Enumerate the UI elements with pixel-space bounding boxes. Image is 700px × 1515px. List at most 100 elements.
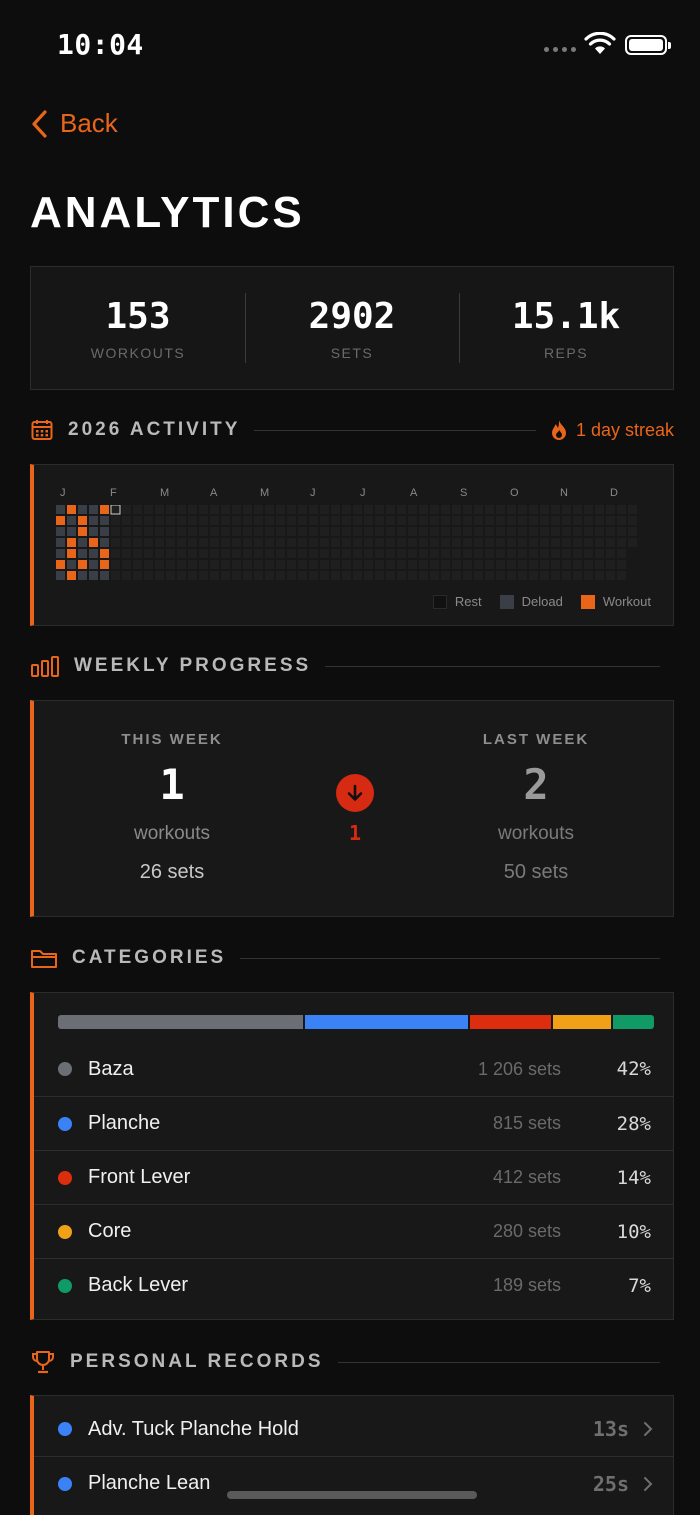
legend-rest-swatch	[432, 594, 447, 609]
month-label: S	[460, 487, 468, 499]
heatmap-day-cell	[67, 560, 76, 569]
heatmap-day-cell	[452, 538, 461, 547]
heatmap-day-cell	[573, 571, 582, 580]
heatmap-day-cell	[265, 549, 274, 558]
heatmap-day-cell	[166, 538, 175, 547]
divider	[240, 957, 660, 959]
heatmap-day-cell	[133, 527, 142, 536]
heatmap-day-cell	[529, 549, 538, 558]
category-sets: 1 206 sets	[477, 1058, 561, 1079]
heatmap-day-cell	[210, 538, 219, 547]
heatmap-day-cell	[144, 505, 153, 514]
month-label: F	[110, 487, 117, 499]
heatmap-day-cell	[397, 527, 406, 536]
heatmap-day-cell	[551, 516, 560, 525]
this-week-sets: 26 sets	[139, 861, 205, 883]
heatmap-day-cell	[56, 571, 65, 580]
heatmap-day-cell	[551, 527, 560, 536]
folder-icon	[31, 950, 57, 968]
heatmap-day-cell	[210, 571, 219, 580]
heatmap-day-cell	[298, 538, 307, 547]
category-row-back-lever[interactable]: Back Lever 189 sets 7%	[34, 1258, 673, 1312]
heatmap-day-cell	[540, 560, 549, 569]
heatmap-day-cell	[375, 527, 384, 536]
heatmap-day-cell	[133, 538, 142, 547]
record-value: 13s	[592, 1417, 629, 1441]
category-row-planche[interactable]: Planche 815 sets 28%	[34, 1096, 673, 1150]
heatmap-day-cell	[342, 505, 351, 514]
month-label: J	[310, 487, 316, 499]
heatmap-day-cell	[155, 527, 164, 536]
heatmap-day-cell	[276, 516, 285, 525]
heatmap-day-cell	[254, 505, 263, 514]
heatmap-day-cell	[320, 527, 329, 536]
summary-workouts: 153 WORKOUTS	[31, 267, 245, 389]
heatmap-day-cell	[232, 527, 241, 536]
heatmap-day-cell	[485, 516, 494, 525]
heatmap-day-cell	[628, 527, 637, 536]
flame-icon	[551, 420, 566, 440]
heatmap-day-cell	[122, 549, 131, 558]
heatmap-day-cell	[551, 571, 560, 580]
heatmap-day-cell	[188, 560, 197, 569]
heatmap-day-cell	[309, 516, 318, 525]
heatmap-day-cell	[188, 527, 197, 536]
calendar-icon	[31, 420, 53, 440]
heatmap-day-cell	[617, 571, 626, 580]
heatmap-day-cell	[485, 527, 494, 536]
heatmap-day-cell	[551, 538, 560, 547]
month-label: N	[560, 487, 568, 499]
heatmap-day-cell	[474, 527, 483, 536]
category-sets: 815 sets	[492, 1113, 561, 1133]
heatmap-day-cell	[276, 527, 285, 536]
heatmap-day-cell	[364, 538, 373, 547]
heatmap-day-cell	[441, 538, 450, 547]
summary-value: 153	[105, 295, 171, 337]
back-button[interactable]: Back	[30, 108, 118, 139]
heatmap-day-cell	[551, 549, 560, 558]
heatmap-day-cell	[364, 505, 373, 514]
month-labels: JFMAMJJASOND	[60, 487, 650, 499]
month-label: D	[610, 487, 618, 499]
heatmap-day-cell	[56, 549, 65, 558]
heatmap-day-cell	[353, 516, 362, 525]
summary-value: 15.1k	[511, 295, 621, 337]
heatmap-day-cell	[606, 560, 615, 569]
category-row-front-lever[interactable]: Front Lever 412 sets 14%	[34, 1150, 673, 1204]
heatmap-day-cell	[276, 505, 285, 514]
this-week-workouts: 1	[159, 760, 185, 809]
heatmap-day-cell	[496, 549, 505, 558]
heatmap-day-cell	[408, 549, 417, 558]
heatmap-day-cell	[100, 516, 109, 525]
category-color-dot	[58, 1116, 72, 1131]
heatmap-day-cell	[474, 549, 483, 558]
heatmap-day-cell	[78, 538, 87, 547]
heatmap-day-cell	[100, 571, 109, 580]
heatmap-day-cell	[573, 549, 582, 558]
heatmap-day-cell	[155, 560, 164, 569]
heatmap-day-cell	[89, 516, 98, 525]
record-row[interactable]: Planche Lean 25s	[34, 1456, 673, 1510]
heatmap-day-cell	[441, 505, 450, 514]
heatmap-day-cell	[221, 571, 230, 580]
record-row[interactable]: Adv. Tuck Planche Hold 13s	[34, 1402, 673, 1456]
home-indicator[interactable]	[227, 1491, 477, 1499]
heatmap-day-cell	[243, 571, 252, 580]
activity-heatmap	[56, 505, 637, 580]
heatmap-day-cell	[540, 549, 549, 558]
heatmap-day-cell	[485, 549, 494, 558]
category-percent: 28%	[616, 1112, 651, 1135]
heatmap-day-cell	[507, 538, 516, 547]
last-week-column: LAST WEEK 2 workouts 50 sets	[436, 731, 636, 884]
category-row-core[interactable]: Core 280 sets 10%	[34, 1204, 673, 1258]
heatmap-day-cell	[287, 516, 296, 525]
category-row-baza[interactable]: Baza 1 206 sets 42%	[34, 1042, 673, 1096]
heatmap-day-cell	[584, 549, 593, 558]
heatmap-day-cell	[441, 516, 450, 525]
heatmap-day-cell	[56, 560, 65, 569]
heatmap-day-cell	[628, 538, 637, 547]
heatmap-day-cell	[144, 549, 153, 558]
heatmap-day-cell	[463, 560, 472, 569]
heatmap-day-cell	[133, 560, 142, 569]
heatmap-day-cell	[320, 516, 329, 525]
